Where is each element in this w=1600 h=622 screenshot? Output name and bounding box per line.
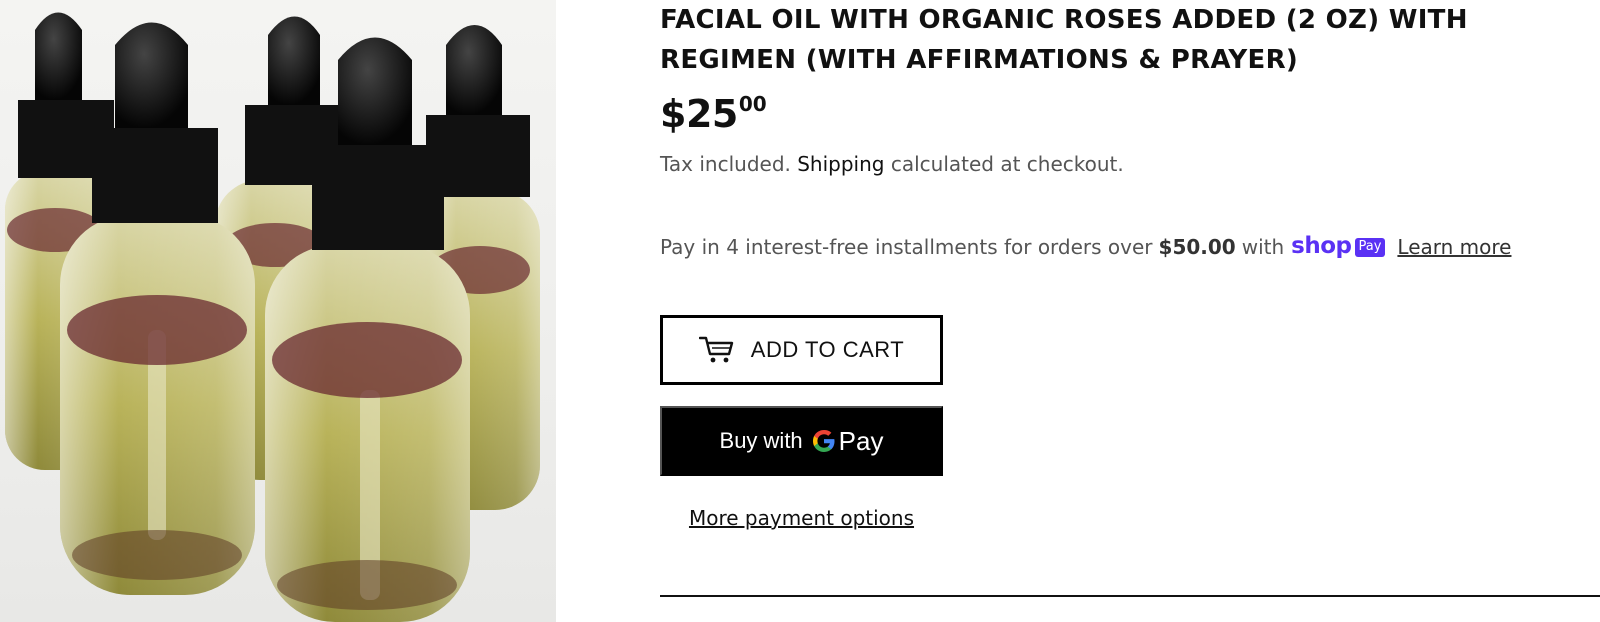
add-to-cart-button[interactable]: ADD TO CART (660, 315, 943, 385)
product-title: FACIAL OIL WITH ORGANIC ROSES ADDED (2 O… (660, 5, 1468, 75)
shipping-link[interactable]: Shipping (797, 152, 884, 176)
more-payment-options-link[interactable]: More payment options (660, 506, 943, 530)
product-photo-illustration (5, 12, 540, 622)
shop-pay-installments: Pay in 4 interest-free installments for … (660, 233, 1511, 260)
google-g-icon (811, 428, 837, 454)
cart-icon (698, 335, 735, 365)
tax-note: Tax included. Shipping calculated at che… (660, 152, 1124, 176)
shop-pay-logo: shop Pay (1291, 233, 1386, 260)
installments-amount: $50.00 (1158, 235, 1236, 259)
product-price: $2500 (660, 92, 767, 136)
gpay-pay-label: Pay (838, 425, 884, 456)
learn-more-link[interactable]: Learn more (1397, 235, 1511, 259)
shop-pay-wordmark: shop (1291, 233, 1352, 259)
product-image[interactable] (0, 0, 556, 622)
tax-prefix: Tax included. (660, 152, 791, 176)
shop-pay-badge: Pay (1354, 237, 1386, 257)
buy-with-google-pay-button[interactable]: Buy with Pay (660, 406, 943, 476)
price-cents: 00 (738, 92, 767, 116)
installments-with: with (1241, 235, 1285, 259)
section-divider (660, 595, 1600, 597)
price-main: $25 (660, 92, 738, 136)
installments-text: Pay in 4 interest-free installments for … (660, 235, 1153, 259)
buy-with-label: Buy with (719, 428, 803, 453)
tax-suffix: calculated at checkout. (890, 152, 1124, 176)
add-to-cart-label: ADD TO CART (750, 337, 905, 362)
